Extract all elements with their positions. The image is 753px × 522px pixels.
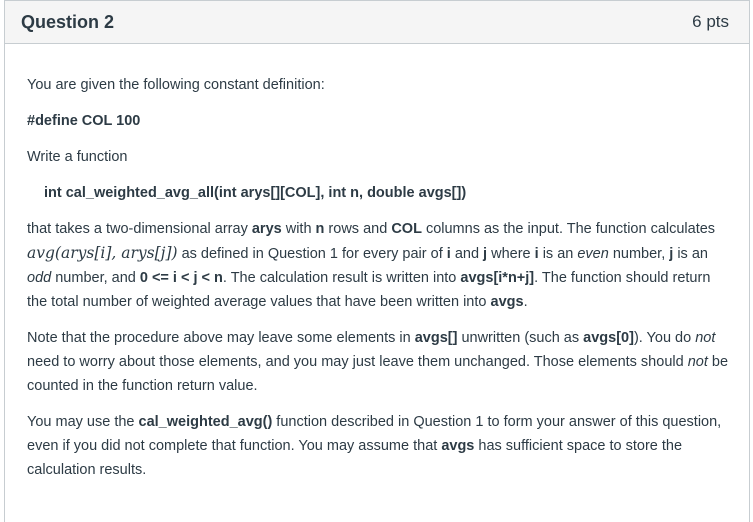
text-span: rows and: [324, 221, 392, 237]
text-span: as defined in Question 1 for every pair …: [177, 246, 447, 262]
bold-span: avgs[]: [414, 330, 458, 346]
question-header: Question 2 6 pts: [5, 1, 749, 44]
text-span: where: [487, 246, 535, 262]
intro-paragraph: You are given the following constant def…: [27, 77, 325, 93]
question-points: 6 pts: [692, 12, 729, 31]
text-span: Note that the procedure above may leave …: [27, 330, 415, 346]
question-card: Question 2 6 pts You are given the follo…: [4, 0, 750, 522]
define-paragraph: #define COL 100: [27, 113, 141, 129]
italic-span: not: [695, 330, 716, 346]
text-span: with: [281, 221, 316, 237]
text-span: columns as the input. The function calcu…: [421, 221, 716, 237]
text-span: .: [523, 294, 528, 310]
bold-span: avgs[0]: [583, 330, 634, 346]
bold-span: avgs[i*n+j]: [460, 270, 535, 286]
math-expression: avg(arys[i], arys[j]): [27, 244, 178, 262]
text-span: . The calculation result is written into: [222, 270, 461, 286]
write-paragraph: Write a function: [27, 149, 128, 165]
bold-span: COL: [391, 221, 422, 237]
main-paragraph: that takes a two-dimensional array arys …: [27, 217, 733, 314]
text-span: is an: [673, 246, 708, 262]
text-span: number,: [608, 246, 670, 262]
bold-span: avgs: [490, 294, 524, 310]
question-body: You are given the following constant def…: [5, 44, 749, 482]
text-span: and: [450, 246, 484, 262]
function-signature: int cal_weighted_avg_all(int arys[][COL]…: [44, 185, 467, 201]
italic-span: even: [577, 246, 609, 262]
bold-span: cal_weighted_avg(): [138, 414, 273, 430]
text-span: ). You do: [633, 330, 696, 346]
text-span: number, and: [51, 270, 140, 286]
question-title: Question 2: [21, 11, 115, 32]
text-span: is an: [538, 246, 578, 262]
text-span: You may use the: [27, 414, 139, 430]
bold-span: avgs: [441, 438, 475, 454]
bold-span: arys: [251, 221, 282, 237]
note-paragraph: Note that the procedure above may leave …: [27, 326, 733, 398]
text-span: need to worry about those elements, and …: [27, 354, 688, 370]
italic-span: not: [687, 354, 708, 370]
text-span: unwritten (such as: [457, 330, 584, 346]
bold-span: 0 <= i < j < n: [139, 270, 223, 286]
italic-span: odd: [27, 270, 52, 286]
final-paragraph: You may use the cal_weighted_avg() funct…: [27, 410, 733, 482]
text-span: that takes a two-dimensional array: [27, 221, 252, 237]
